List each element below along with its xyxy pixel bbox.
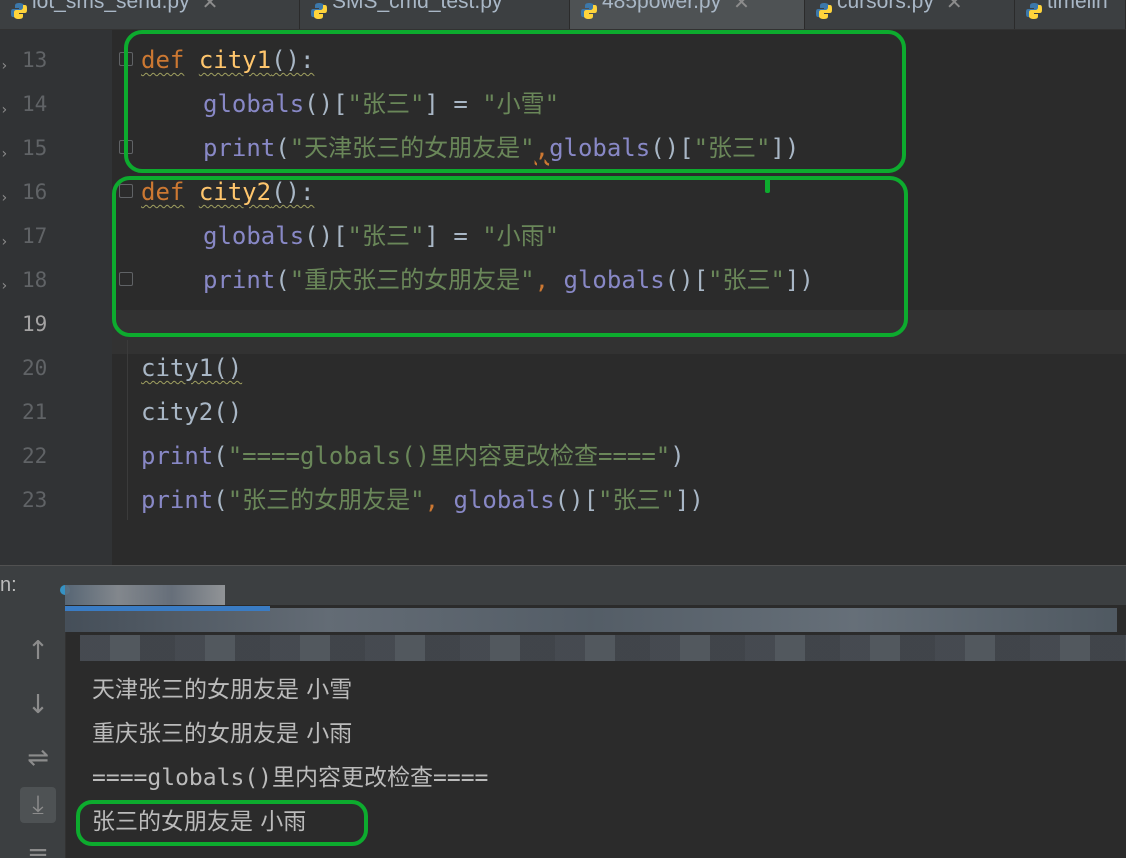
chevron-right-icon: › — [0, 278, 9, 294]
python-icon — [816, 3, 832, 19]
redacted-region — [65, 606, 270, 611]
function-call: city2() — [141, 398, 243, 426]
line-number: 18 — [22, 268, 48, 292]
code-punctuation: ]) — [674, 486, 704, 514]
function-call: city1() — [141, 354, 243, 382]
scroll-to-end-icon[interactable]: ⤓ — [20, 787, 56, 823]
tab-label: 485power.py — [602, 0, 722, 13]
builtin-globals: globals — [453, 486, 555, 514]
chevron-right-icon: › — [0, 234, 9, 250]
code-punctuation: ()[ — [554, 486, 599, 514]
tab-cursors[interactable]: cursors.py ✕ — [805, 0, 1015, 29]
tab-timeline[interactable]: timelin — [1015, 0, 1126, 29]
builtin-print: print — [141, 486, 214, 514]
annotation-box-city2 — [112, 176, 908, 337]
line-number: 17 — [22, 224, 48, 248]
python-icon — [1026, 3, 1042, 19]
code-line-22[interactable]: print("====globals()里内容更改检查====") — [141, 434, 685, 478]
console-output-line: ====globals()里内容更改检查==== — [92, 765, 489, 791]
line-number-current: 19 — [22, 312, 48, 336]
python-icon — [311, 3, 327, 19]
tab-label: timelin — [1047, 0, 1108, 13]
close-icon[interactable]: ✕ — [946, 0, 963, 15]
chevron-right-icon: › — [0, 58, 9, 74]
python-icon — [11, 3, 27, 19]
line-number: 13 — [22, 48, 48, 72]
line-number: 23 — [22, 488, 48, 512]
tab-sms-cmd-test[interactable]: SMS_cmd_test.py — [300, 0, 570, 29]
code-comma: , — [424, 486, 454, 514]
console-toolbar: ↑ ↓ ⇌ ⤓ ≡ — [0, 605, 66, 858]
line-number: 21 — [22, 400, 48, 424]
line-number: 22 — [22, 444, 48, 468]
run-console[interactable]: ↑ ↓ ⇌ ⤓ ≡ 天津张三的女朋友是 小雪 重庆张三的女朋友是 小雨 ====… — [0, 605, 1126, 858]
code-line-21[interactable]: city2() — [141, 390, 242, 434]
line-number: 20 — [22, 356, 48, 380]
code-punctuation: ( — [213, 442, 228, 470]
line-number: 14 — [22, 92, 48, 116]
string-literal: "张三的女朋友是" — [227, 486, 425, 514]
redacted-region — [80, 635, 1126, 661]
python-icon — [581, 3, 597, 19]
chevron-right-icon: › — [0, 102, 9, 118]
code-punctuation: ( — [213, 486, 228, 514]
tab-485power[interactable]: 485power.py ✕ — [570, 0, 805, 29]
line-number: 15 — [22, 136, 48, 160]
annotation-box-city1 — [124, 30, 906, 173]
code-line-20[interactable]: city1() — [141, 346, 242, 390]
chevron-right-icon: › — [0, 146, 9, 162]
line-number: 16 — [22, 180, 48, 204]
print-icon[interactable]: ≡ — [20, 837, 56, 858]
close-icon[interactable]: ✕ — [202, 0, 219, 15]
redacted-region — [65, 608, 1117, 632]
tab-iot-sms-send[interactable]: iot_sms_send.py ✕ — [0, 0, 300, 29]
tab-label: cursors.py — [837, 0, 934, 13]
indent-guide — [127, 340, 128, 520]
code-punctuation: ) — [670, 442, 685, 470]
run-panel-label: n: — [0, 574, 17, 596]
chevron-right-icon: › — [0, 190, 9, 206]
string-literal: "====globals()里内容更改检查====" — [227, 442, 671, 470]
arrow-down-icon[interactable]: ↓ — [20, 687, 56, 723]
close-icon[interactable]: ✕ — [733, 0, 750, 15]
soft-wrap-icon[interactable]: ⇌ — [20, 740, 56, 776]
annotation-box-output — [76, 800, 368, 846]
code-editor[interactable]: › › › › › › 13 14 15 16 17 18 19 20 21 2… — [0, 30, 1126, 565]
structure-strip: › › › › › › — [0, 30, 12, 565]
builtin-print: print — [141, 442, 214, 470]
console-output-line: 重庆张三的女朋友是 小雨 — [92, 721, 353, 747]
editor-tab-bar: iot_sms_send.py ✕ SMS_cmd_test.py 485pow… — [0, 0, 1126, 30]
tab-label: iot_sms_send.py — [32, 0, 190, 13]
tab-label: SMS_cmd_test.py — [332, 0, 503, 13]
code-line-23[interactable]: print("张三的女朋友是", globals()["张三"]) — [141, 478, 704, 522]
console-output-line: 天津张三的女朋友是 小雪 — [92, 677, 353, 703]
arrow-up-icon[interactable]: ↑ — [20, 633, 56, 669]
string-literal: "张三" — [598, 486, 675, 514]
